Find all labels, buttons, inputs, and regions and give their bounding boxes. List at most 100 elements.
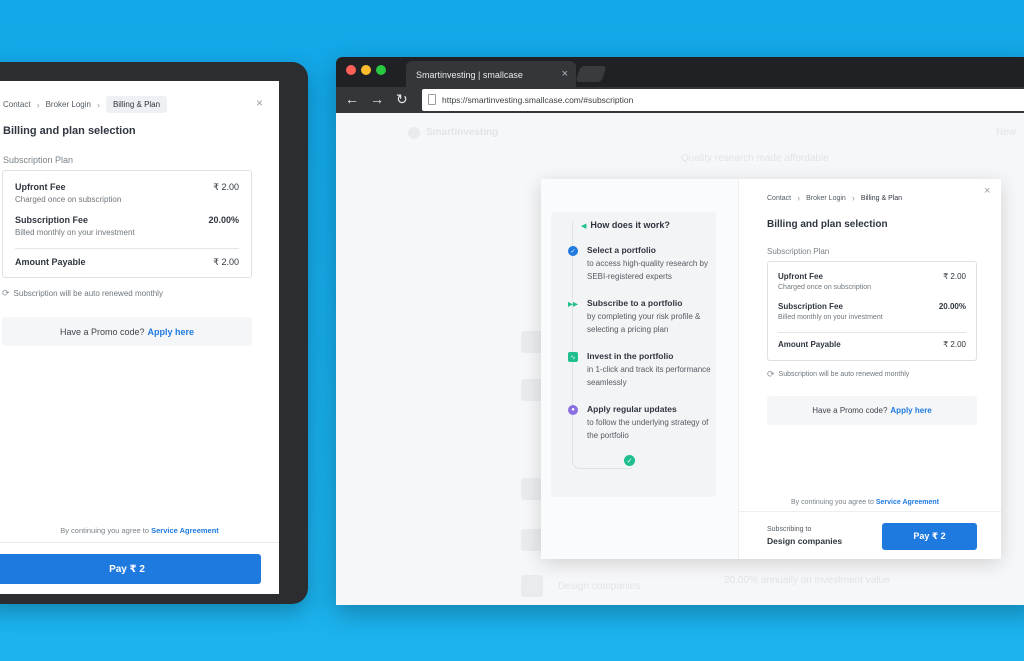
breadcrumb-broker-login[interactable]: Broker Login (46, 100, 91, 109)
upfront-fee-name: Upfront Fee (15, 182, 66, 192)
upfront-fee-name: Upfront Fee (778, 272, 823, 281)
renew-note-text: Subscription will be auto renewed monthl… (778, 371, 910, 378)
forward-arrow-icon[interactable]: → (370, 91, 384, 107)
minimize-window-button[interactable] (361, 65, 371, 75)
agreement-text: By continuing you agree to (60, 526, 150, 535)
agreement-text: By continuing you agree to (791, 499, 874, 506)
pay-button[interactable]: Pay ₹ 2 (0, 554, 261, 584)
subscription-fee-amount: 20.00% (938, 302, 966, 311)
pulse-icon: ∿ (568, 352, 578, 362)
step-title: Select a portfolio (587, 245, 656, 255)
page-tagline: Quality research made affordable (681, 153, 829, 164)
page-title: Billing and plan selection (767, 219, 888, 230)
promo-banner: Have a Promo code? Apply here (767, 396, 977, 425)
close-icon[interactable]: × (984, 185, 990, 197)
close-window-button[interactable] (346, 65, 356, 75)
url-text: https://smartinvesting.smallcase.com/#su… (442, 95, 634, 105)
breadcrumb: Contact › Broker Login › Billing & Plan (3, 96, 168, 113)
step-invest-portfolio: ∿ Invest in the portfolio in 1-click and… (568, 351, 718, 389)
subscription-fee-row: Subscription Fee Billed monthly on your … (778, 302, 966, 321)
chevron-right-icon: › (797, 193, 801, 203)
new-tab-button[interactable] (575, 66, 607, 82)
list-thumbnail (521, 478, 543, 500)
breadcrumb-contact[interactable]: Contact (3, 100, 31, 109)
apply-promo-link[interactable]: Apply here (148, 327, 195, 337)
list-thumbnail (521, 331, 543, 353)
back-arrow-icon[interactable]: ← (345, 91, 359, 107)
browser-tab[interactable]: Smartinvesting | smallcase × (406, 61, 576, 87)
list-thumbnail (521, 379, 543, 401)
service-agreement-link[interactable]: Service Agreement (151, 526, 219, 535)
list-thumbnail (521, 575, 543, 597)
how-it-works-panel: ◀ How does it work? ✓ Select a portfolio … (541, 179, 739, 559)
step-apply-updates: ● Apply regular updates to follow the un… (568, 404, 718, 442)
subscribing-name: Design companies (767, 536, 843, 546)
palette-icon: ● (568, 405, 578, 415)
upfront-fee-amount: ₹ 2.00 (943, 272, 966, 281)
upfront-fee-row: Upfront Fee Charged once on subscription… (778, 272, 966, 291)
upfront-fee-desc: Charged once on subscription (778, 284, 872, 291)
tab-title: Smartinvesting | smallcase (416, 70, 523, 80)
renew-note: ⟳ Subscription will be auto renewed mont… (2, 288, 163, 299)
pay-button[interactable]: Pay ₹ 2 (882, 523, 977, 550)
step-title: Apply regular updates (587, 404, 677, 414)
promo-banner: Have a Promo code? Apply here (2, 317, 252, 346)
subscription-fee-desc: Billed monthly on your investment (15, 228, 135, 237)
tablet-screen: Contact › Broker Login › Billing & Plan … (0, 81, 279, 594)
fast-forward-icon: ▸▸ (567, 298, 579, 310)
subscribing-info: Subscribing to Design companies (767, 526, 842, 546)
upfront-fee-amount: ₹ 2.00 (213, 182, 239, 192)
page-icon (428, 94, 436, 105)
browser-window: Smartinvesting | smallcase × ← → ↻ https… (336, 57, 1024, 605)
upfront-fee-row: Upfront Fee Charged once on subscription… (15, 182, 239, 204)
step-desc: in 1-click and track its performance sea… (587, 365, 711, 387)
list-item-info: 20.00% annually on investment value (724, 575, 890, 586)
subscription-fee-row: Subscription Fee Billed monthly on your … (15, 215, 239, 237)
subscribing-label: Subscribing to (767, 526, 812, 533)
step-select-portfolio: ✓ Select a portfolio to access high-qual… (568, 245, 718, 283)
browser-toolbar: ← → ↻ https://smartinvesting.smallcase.c… (336, 87, 1024, 113)
breadcrumb-broker-login[interactable]: Broker Login (806, 195, 846, 202)
renew-note: ⟳ Subscription will be auto renewed mont… (767, 369, 909, 380)
promo-text: Have a Promo code? (59, 326, 145, 337)
breadcrumb-billing-plan[interactable]: Billing & Plan (105, 96, 168, 113)
step-desc: by completing your risk profile & select… (587, 312, 701, 334)
subscription-fee-name: Subscription Fee (778, 302, 843, 311)
plan-label: Subscription Plan (767, 247, 830, 256)
billing-panel: Contact › Broker Login › Billing & Plan … (739, 179, 1001, 559)
list-thumbnail (521, 529, 543, 551)
amount-payable-row: Amount Payable ₹ 2.00 (778, 340, 966, 349)
step-desc: to access high-quality research by SEBI-… (587, 259, 708, 281)
browser-titlebar: Smartinvesting | smallcase × (336, 57, 1024, 87)
breadcrumb-billing-plan[interactable]: Billing & Plan (861, 195, 902, 202)
maximize-window-button[interactable] (376, 65, 386, 75)
divider (15, 248, 239, 249)
amount-payable-row: Amount Payable ₹ 2.00 (15, 257, 239, 267)
list-item-name: Design companies (558, 581, 641, 592)
chevron-right-icon: › (36, 99, 40, 110)
brand-name: Smartinvesting (426, 127, 499, 138)
subscription-modal: ◀ How does it work? ✓ Select a portfolio … (541, 179, 1001, 559)
subscription-fee-desc: Billed monthly on your investment (778, 314, 883, 321)
chevron-right-icon: › (96, 99, 100, 110)
page-title: Billing and plan selection (3, 125, 136, 137)
upfront-fee-desc: Charged once on subscription (15, 195, 122, 204)
reload-icon[interactable]: ↻ (396, 91, 408, 108)
close-icon[interactable]: × (562, 68, 568, 80)
check-circle-icon: ✓ (568, 246, 578, 256)
step-subscribe-portfolio: ▸▸ Subscribe to a portfolio by completin… (568, 298, 718, 336)
promo-text: Have a Promo code? (812, 406, 888, 415)
divider (778, 332, 966, 333)
service-agreement-link[interactable]: Service Agreement (876, 499, 939, 506)
agreement-note: By continuing you agree to Service Agree… (791, 499, 939, 506)
close-icon[interactable]: × (256, 96, 263, 110)
step-desc: to follow the underlying strategy of the… (587, 418, 709, 440)
plan-label: Subscription Plan (3, 155, 74, 165)
brand-logo (408, 127, 420, 139)
plan-summary: Upfront Fee Charged once on subscription… (767, 261, 977, 361)
refresh-icon: ⟳ (767, 369, 775, 379)
nav-link: New (996, 127, 1017, 138)
address-bar[interactable]: https://smartinvesting.smallcase.com/#su… (422, 89, 1024, 111)
apply-promo-link[interactable]: Apply here (890, 406, 931, 415)
breadcrumb-contact[interactable]: Contact (767, 195, 791, 202)
